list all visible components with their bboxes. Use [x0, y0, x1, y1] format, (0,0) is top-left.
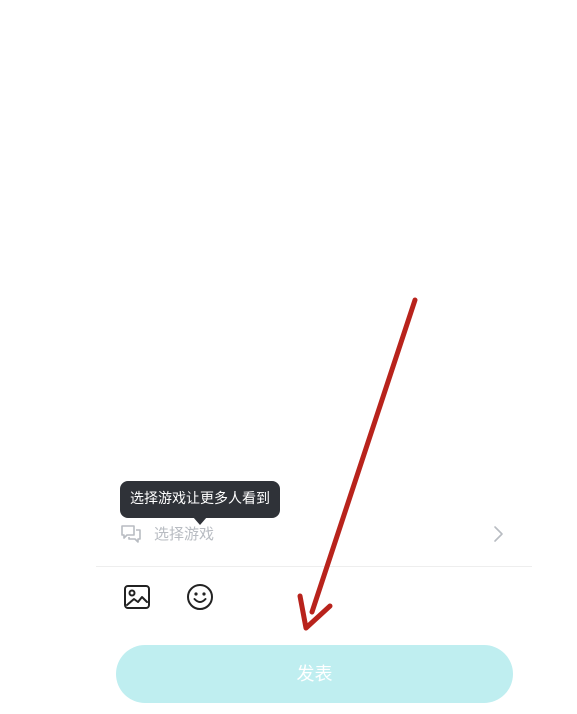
select-game-row[interactable]: 选择游戏 — [96, 514, 532, 554]
smiley-icon — [187, 584, 213, 610]
select-game-label: 选择游戏 — [154, 525, 215, 543]
select-game-tooltip: 选择游戏让更多人看到 — [120, 481, 280, 518]
chat-bubbles-icon — [121, 525, 141, 543]
chevron-right-icon — [494, 526, 503, 542]
post-content-area[interactable] — [0, 0, 577, 480]
annotation-arrow-head — [297, 593, 333, 631]
image-icon — [124, 585, 150, 609]
publish-button[interactable]: 发表 — [116, 645, 513, 703]
insert-emoji-button[interactable] — [185, 582, 215, 612]
divider — [96, 566, 532, 567]
post-editor-page: 选择游戏让更多人看到 选择游戏 发表 — [0, 0, 577, 714]
insert-image-button[interactable] — [122, 582, 152, 612]
